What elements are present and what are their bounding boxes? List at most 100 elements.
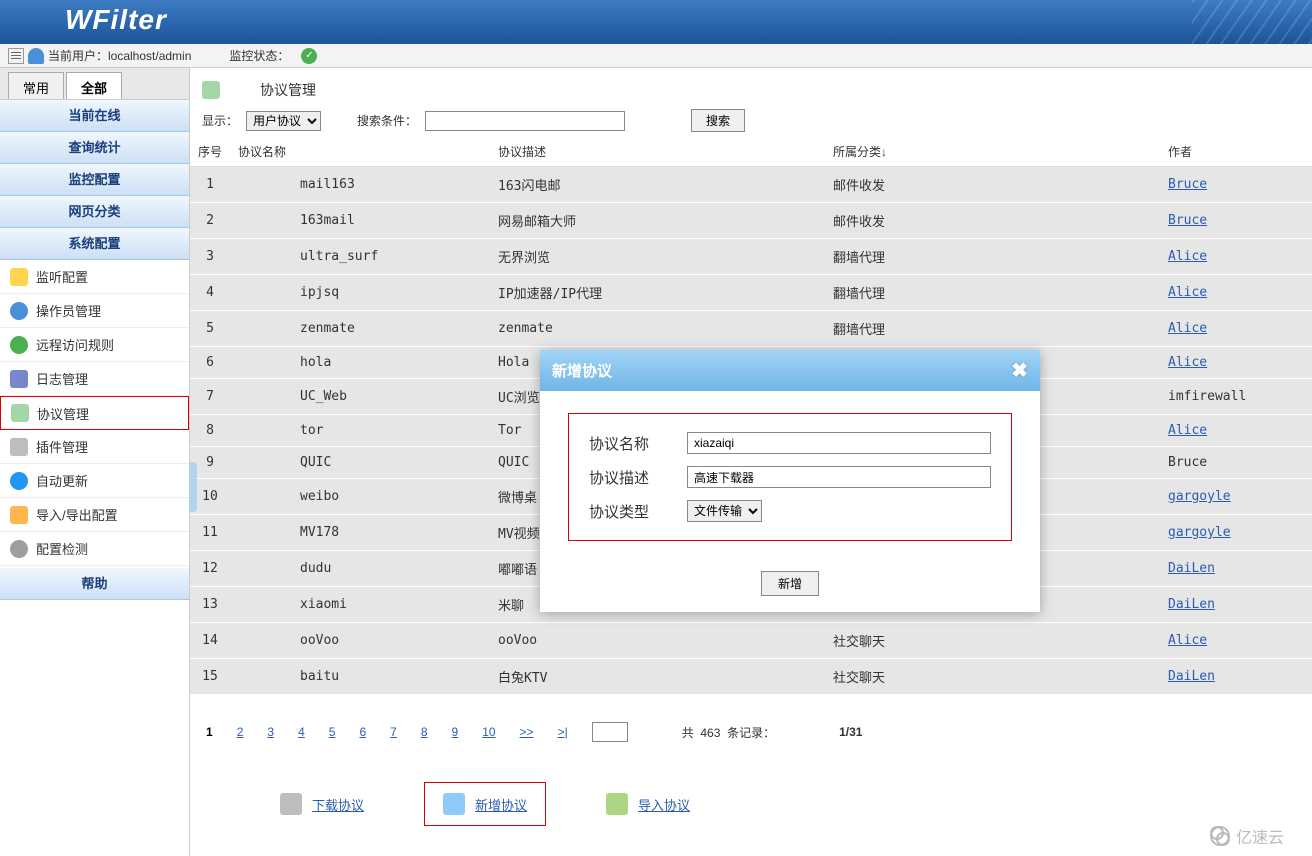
nav-item[interactable]: 自动更新 xyxy=(0,464,189,498)
protocol-type-select[interactable]: 文件传输 xyxy=(687,500,762,522)
nav-header[interactable]: 系统配置 xyxy=(0,228,189,260)
protocol-desc-input[interactable] xyxy=(687,466,991,488)
nav-item-label: 远程访问规则 xyxy=(36,335,114,354)
author-link[interactable]: Alice xyxy=(1168,423,1207,438)
current-user-label: 当前用户：localhost/admin xyxy=(48,47,191,64)
sidebar: 常用 全部 当前在线查询统计监控配置网页分类系统配置 监听配置操作员管理远程访问… xyxy=(0,68,190,856)
pager-total-count: 463 xyxy=(700,726,720,740)
nav-item-icon xyxy=(10,336,28,354)
author-link[interactable]: DaiLen xyxy=(1168,669,1215,684)
page-title: 协议管理 xyxy=(260,80,316,100)
search-button[interactable]: 搜索 xyxy=(691,109,745,132)
nav-item-icon xyxy=(10,506,28,524)
column-header[interactable]: 序号 xyxy=(190,137,230,167)
author-link[interactable]: Alice xyxy=(1168,321,1207,336)
author-link[interactable]: Alice xyxy=(1168,285,1207,300)
pager-page-link[interactable]: 7 xyxy=(390,725,397,739)
search-input[interactable] xyxy=(425,111,625,131)
pager-page-link[interactable]: 3 xyxy=(267,725,274,739)
pager-position: 1/31 xyxy=(839,725,862,739)
author-link[interactable]: DaiLen xyxy=(1168,597,1215,612)
author-link[interactable]: Alice xyxy=(1168,249,1207,264)
author-link[interactable]: Alice xyxy=(1168,355,1207,370)
table-row[interactable]: 14ooVooooVoo社交聊天Alice xyxy=(190,623,1312,659)
author-link[interactable]: Bruce xyxy=(1168,213,1207,228)
nav-item[interactable]: 监听配置 xyxy=(0,260,189,294)
menu-icon[interactable] xyxy=(8,48,24,64)
nav-item-icon xyxy=(10,438,28,456)
nav-item-icon xyxy=(10,472,28,490)
form-label-desc: 协议描述 xyxy=(589,467,669,488)
form-label-type: 协议类型 xyxy=(589,501,669,522)
pager-total-suffix: 条记录： xyxy=(727,726,775,740)
nav-header[interactable]: 当前在线 xyxy=(0,100,189,132)
nav-item-icon xyxy=(10,302,28,320)
pager-page-link[interactable]: 4 xyxy=(298,725,305,739)
nav-item-label: 协议管理 xyxy=(37,404,89,423)
author-link[interactable]: Alice xyxy=(1168,633,1207,648)
dialog-title: 新增协议 xyxy=(552,360,612,381)
pager-page-link[interactable]: 9 xyxy=(452,725,459,739)
author-link[interactable]: DaiLen xyxy=(1168,561,1215,576)
pager-next[interactable]: >> xyxy=(520,725,534,739)
download-icon xyxy=(280,793,302,815)
status-bar: 当前用户：localhost/admin 监控状态： ✓ xyxy=(0,44,1312,68)
nav-header[interactable]: 网页分类 xyxy=(0,196,189,228)
nav-item[interactable]: 日志管理 xyxy=(0,362,189,396)
pager-goto-input[interactable] xyxy=(592,722,628,742)
nav-item-label: 配置检测 xyxy=(36,539,88,558)
author-link[interactable]: gargoyle xyxy=(1168,489,1231,504)
pager: 12345678910 >> >| 共 463 条记录： 1/31 xyxy=(190,712,1312,752)
pager-page-link[interactable]: 8 xyxy=(421,725,428,739)
author-link[interactable]: Bruce xyxy=(1168,177,1207,192)
tab-all[interactable]: 全部 xyxy=(66,72,122,99)
nav-item[interactable]: 导入/导出配置 xyxy=(0,498,189,532)
header-bar: WFilter xyxy=(0,0,1312,44)
monitor-status-label: 监控状态： xyxy=(229,47,289,64)
pager-page-link[interactable]: 10 xyxy=(482,725,495,739)
action-download[interactable]: 下载协议 xyxy=(280,793,364,815)
nav-item[interactable]: 插件管理 xyxy=(0,430,189,464)
author-link[interactable]: gargoyle xyxy=(1168,525,1231,540)
sidebar-tabs: 常用 全部 xyxy=(0,68,189,100)
nav-item-label: 导入/导出配置 xyxy=(36,505,118,524)
watermark: 亿速云 xyxy=(1200,822,1294,850)
pager-page-link[interactable]: 6 xyxy=(359,725,366,739)
table-row[interactable]: 2163mail网易邮箱大师邮件收发Bruce xyxy=(190,203,1312,239)
nav-item[interactable]: 协议管理 xyxy=(0,396,189,430)
column-header[interactable]: 作者 xyxy=(1160,137,1312,167)
display-label: 显示： xyxy=(202,112,238,129)
dialog-submit-button[interactable]: 新增 xyxy=(761,571,819,596)
sidebar-collapse-handle[interactable] xyxy=(189,462,197,512)
table-row[interactable]: 3ultra_surf无界浏览翻墙代理Alice xyxy=(190,239,1312,275)
nav-help[interactable]: 帮助 xyxy=(0,568,189,600)
column-header[interactable]: 所属分类↓ xyxy=(825,137,1160,167)
action-add-protocol[interactable]: 新增协议 xyxy=(424,782,546,826)
nav-item-label: 监听配置 xyxy=(36,267,88,286)
dialog-close-icon[interactable]: ✖ xyxy=(1011,358,1028,383)
nav-item[interactable]: 操作员管理 xyxy=(0,294,189,328)
tab-common[interactable]: 常用 xyxy=(8,72,64,99)
pager-page-link[interactable]: 2 xyxy=(237,725,244,739)
add-protocol-dialog: 新增协议 ✖ 协议名称 协议描述 协议类型 文件传输 新增 xyxy=(540,350,1040,612)
table-row[interactable]: 1mail163163闪电邮邮件收发Bruce xyxy=(190,167,1312,203)
nav-header[interactable]: 监控配置 xyxy=(0,164,189,196)
nav-item-icon xyxy=(10,370,28,388)
pager-last[interactable]: >| xyxy=(558,725,568,739)
display-select[interactable]: 用户协议 xyxy=(246,111,321,131)
column-header[interactable]: 协议名称 xyxy=(230,137,490,167)
nav-header[interactable]: 查询统计 xyxy=(0,132,189,164)
protocol-name-input[interactable] xyxy=(687,432,991,454)
action-import[interactable]: 导入协议 xyxy=(606,793,690,815)
nav-item-label: 日志管理 xyxy=(36,369,88,388)
nav-item-label: 操作员管理 xyxy=(36,301,101,320)
table-row[interactable]: 15baitu白兔KTV社交聊天DaiLen xyxy=(190,659,1312,695)
header-decoration xyxy=(1192,0,1312,44)
nav-item[interactable]: 配置检测 xyxy=(0,532,189,566)
table-row[interactable]: 5zenmatezenmate翻墙代理Alice xyxy=(190,311,1312,347)
column-header[interactable]: 协议描述 xyxy=(490,137,825,167)
protocol-icon xyxy=(202,81,220,99)
nav-item[interactable]: 远程访问规则 xyxy=(0,328,189,362)
table-row[interactable]: 4ipjsqIP加速器/IP代理翻墙代理Alice xyxy=(190,275,1312,311)
pager-page-link[interactable]: 5 xyxy=(329,725,336,739)
